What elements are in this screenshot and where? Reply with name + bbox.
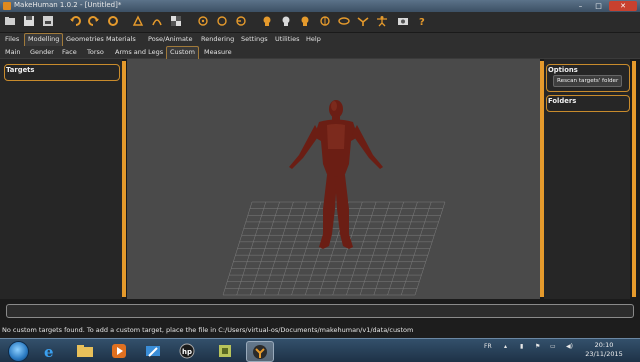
right-panel: Options Rescan targets' folder Folders (544, 59, 630, 299)
tab-measure[interactable]: Measure (201, 47, 235, 58)
human-model-render (222, 100, 446, 296)
svg-text:e: e (44, 343, 54, 359)
makehuman-app-icon (3, 2, 11, 10)
language-indicator[interactable]: FR (484, 343, 492, 350)
tab-gender[interactable]: Gender (27, 47, 57, 58)
hp-icon[interactable]: hp (174, 341, 200, 360)
sub-tab-bar: Main Gender Face Torso Arms and Legs Cus… (0, 46, 640, 59)
taskbar-clock[interactable]: 20:10 23/11/2015 (584, 341, 624, 359)
clock-time: 20:10 (594, 341, 614, 349)
volume-icon[interactable]: ◀) (566, 343, 573, 350)
wireframe-icon[interactable] (131, 14, 145, 28)
start-button[interactable] (8, 341, 29, 362)
figure-icon[interactable] (375, 14, 389, 28)
explorer-icon[interactable] (72, 341, 98, 360)
minimize-button[interactable]: – (572, 1, 589, 11)
redo-icon[interactable] (87, 14, 101, 28)
smooth-icon[interactable] (150, 14, 164, 28)
windows-taskbar: e hp FR ▴ ▮ ⚑ ▭ ◀) 20:10 23/11/2015 (0, 338, 640, 362)
3d-viewport[interactable] (127, 59, 540, 299)
tab-face[interactable]: Face (59, 47, 80, 58)
tab-geometries[interactable]: Geometries (63, 34, 107, 45)
help-icon[interactable]: ? (415, 14, 429, 28)
maximize-button[interactable]: □ (590, 1, 607, 11)
makehuman-icon[interactable] (246, 341, 274, 362)
tray-expand-icon[interactable]: ▴ (504, 343, 507, 350)
tab-settings[interactable]: Settings (238, 34, 271, 45)
display-icon[interactable]: ▭ (550, 343, 556, 350)
tab-materials[interactable]: Materials (103, 34, 139, 45)
left-view-icon[interactable] (234, 14, 248, 28)
screenshot-icon[interactable] (396, 14, 410, 28)
toolbar: ? (0, 12, 640, 33)
tab-pose-animate[interactable]: Pose/Animate (145, 34, 195, 45)
symmetry-icon[interactable] (337, 14, 351, 28)
undo-icon[interactable] (68, 14, 82, 28)
top-view-icon[interactable] (279, 14, 293, 28)
svg-text:?: ? (419, 17, 425, 27)
sandbox-icon[interactable] (212, 341, 238, 360)
reset-camera-icon[interactable] (318, 14, 332, 28)
pose-icon[interactable] (356, 14, 370, 28)
tab-custom[interactable]: Custom (166, 46, 199, 59)
tab-main[interactable]: Main (2, 47, 24, 58)
tab-utilities[interactable]: Utilities (272, 34, 302, 45)
reset-icon[interactable] (106, 14, 120, 28)
ie-icon[interactable]: e (38, 341, 64, 360)
network-icon[interactable]: ▮ (520, 343, 523, 350)
rescan-targets-button[interactable]: Rescan targets' folder (553, 75, 623, 87)
targets-groupbox (4, 64, 120, 81)
left-panel: Targets (0, 59, 122, 299)
tab-torso[interactable]: Torso (84, 47, 107, 58)
media-player-icon[interactable] (106, 341, 132, 360)
right-edge-bar (632, 61, 636, 297)
flag-icon[interactable]: ⚑ (535, 343, 540, 350)
status-bar: No custom targets found. To add a custom… (0, 320, 640, 338)
window-title: MakeHuman 1.0.2 - [Untitled]* (14, 1, 122, 9)
remote-icon[interactable] (140, 341, 166, 360)
bottom-view-icon[interactable] (298, 14, 312, 28)
title-bar: MakeHuman 1.0.2 - [Untitled]* – □ ✕ (0, 0, 640, 12)
grid-icon[interactable] (169, 14, 183, 28)
tab-rendering[interactable]: Rendering (198, 34, 237, 45)
clock-date: 23/11/2015 (585, 350, 623, 358)
tab-arms-and-legs[interactable]: Arms and Legs (112, 47, 166, 58)
main-tab-bar: Files Modelling Geometries Materials Pos… (0, 33, 640, 46)
right-view-icon[interactable] (260, 14, 274, 28)
folders-groupbox (546, 95, 630, 112)
tab-files[interactable]: Files (2, 34, 22, 45)
tab-modelling[interactable]: Modelling (24, 33, 64, 46)
left-splitter[interactable] (122, 61, 126, 297)
export-icon[interactable] (41, 14, 55, 28)
save-icon[interactable] (22, 14, 36, 28)
front-view-icon[interactable] (196, 14, 210, 28)
tab-help[interactable]: Help (303, 34, 324, 45)
close-button[interactable]: ✕ (609, 1, 637, 11)
back-view-icon[interactable] (215, 14, 229, 28)
svg-text:hp: hp (182, 348, 192, 356)
folder-icon[interactable] (3, 14, 17, 28)
progress-bar (6, 304, 634, 318)
status-message: No custom targets found. To add a custom… (2, 326, 414, 334)
